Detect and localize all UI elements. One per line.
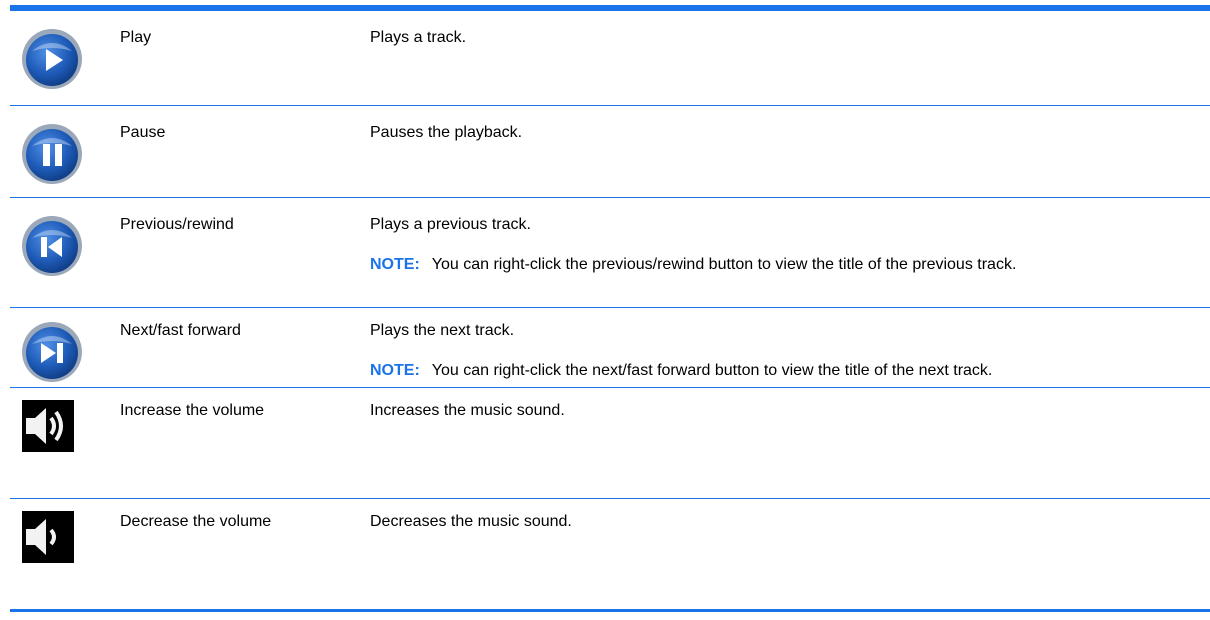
table-row-previous: Previous/rewind Plays a previous track. …: [10, 198, 1210, 308]
description-text: Plays a previous track.: [370, 216, 531, 233]
media-controls-table: Play Plays a track. Pause Pauses the pla…: [10, 5, 1210, 612]
control-description: Decreases the music sound.: [370, 512, 1200, 532]
next-icon: [20, 320, 84, 384]
description-text: Decreases the music sound.: [370, 513, 572, 530]
pause-icon: [20, 122, 84, 186]
table-row-pause: Pause Pauses the playback.: [10, 106, 1210, 198]
control-name: Previous/rewind: [120, 216, 234, 233]
control-name: Next/fast forward: [120, 322, 241, 339]
table-row-play: Play Plays a track.: [10, 11, 1210, 106]
note: NOTE: You can right-click the previous/re…: [370, 255, 1200, 275]
description-text: Pauses the playback.: [370, 124, 523, 141]
note-text: You can right-click the next/fast forwar…: [431, 362, 993, 379]
control-name: Play: [120, 29, 152, 46]
control-name: Decrease the volume: [120, 513, 272, 530]
description-text: Increases the music sound.: [370, 402, 565, 419]
description-text: Plays the next track.: [370, 322, 515, 339]
table-row-volume-up: Increase the volume Increases the music …: [10, 388, 1210, 499]
volume-up-icon: [22, 400, 74, 452]
note-label: NOTE:: [370, 256, 420, 273]
play-icon: [20, 27, 84, 91]
table-row-next: Next/fast forward Plays the next track. …: [10, 308, 1210, 388]
control-description: Plays the next track. NOTE: You can right…: [370, 321, 1200, 381]
control-description: Increases the music sound.: [370, 401, 1200, 421]
description-text: Plays a track.: [370, 29, 467, 46]
control-name: Increase the volume: [120, 402, 265, 419]
note-text: You can right-click the previous/rewind …: [431, 256, 1017, 273]
previous-icon: [20, 214, 84, 278]
volume-down-icon: [22, 511, 74, 563]
control-description: Plays a track.: [370, 28, 1200, 48]
control-description: Plays a previous track. NOTE: You can rig…: [370, 215, 1200, 275]
table-row-volume-down: Decrease the volume Decreases the music …: [10, 499, 1210, 609]
control-description: Pauses the playback.: [370, 123, 1200, 143]
note-label: NOTE:: [370, 362, 420, 379]
note: NOTE: You can right-click the next/fast f…: [370, 361, 1200, 381]
control-name: Pause: [120, 124, 166, 141]
